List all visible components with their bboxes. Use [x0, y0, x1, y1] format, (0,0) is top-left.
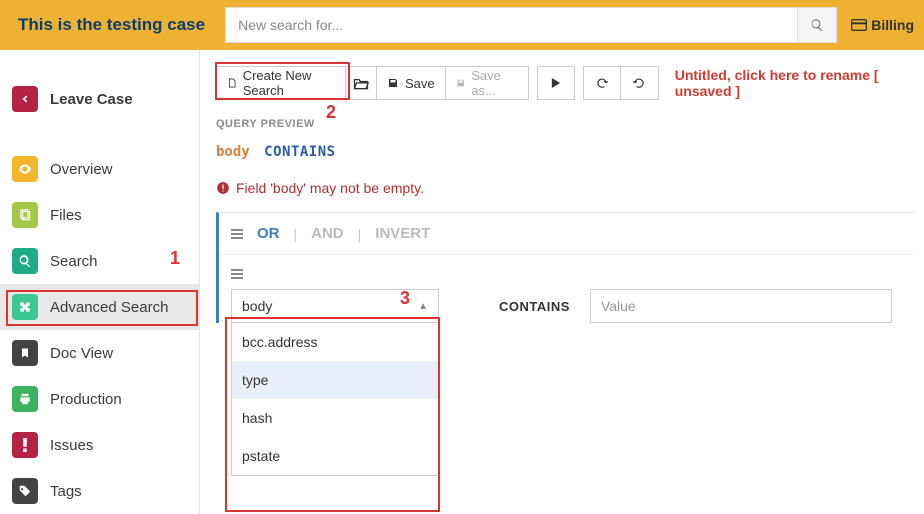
sidebar-item-advanced-search[interactable]: Advanced Search — [0, 284, 199, 330]
dropdown-option[interactable]: pstate — [232, 437, 438, 475]
field-dropdown: bcc.address type hash pstate — [231, 323, 439, 476]
operator-and[interactable]: AND — [311, 225, 344, 242]
query-preview: body CONTAINS — [216, 144, 914, 160]
run-button[interactable] — [537, 66, 575, 100]
save-icon — [387, 77, 399, 89]
bookmark-icon — [12, 340, 38, 366]
annotation-number-3: 3 — [400, 288, 410, 309]
operator-or[interactable]: OR — [257, 225, 280, 242]
operator-invert[interactable]: INVERT — [375, 225, 430, 242]
dropdown-option[interactable]: hash — [232, 399, 438, 437]
billing-link[interactable]: Billing — [851, 17, 914, 33]
button-label: Save — [405, 76, 435, 91]
query-row: body ▲ bcc.address type hash pstate CONT… — [219, 279, 914, 323]
global-search — [225, 7, 837, 43]
query-op: CONTAINS — [264, 144, 335, 160]
value-input[interactable] — [590, 289, 892, 323]
exclamation-icon — [12, 432, 38, 458]
drag-handle-icon[interactable] — [231, 229, 243, 239]
button-label: Create New Search — [243, 68, 335, 98]
nav-label: Tags — [50, 483, 82, 500]
nav-label: Production — [50, 391, 122, 408]
create-new-search-button[interactable]: Create New Search — [216, 66, 346, 100]
search-input[interactable] — [225, 7, 837, 43]
billing-label: Billing — [871, 17, 914, 33]
toolbar-group-history — [583, 66, 659, 100]
file-icon — [227, 76, 237, 90]
magnifier-icon — [12, 248, 38, 274]
nav-label: Issues — [50, 437, 93, 454]
query-preview-label: QUERY PREVIEW — [216, 118, 914, 130]
puzzle-icon — [12, 294, 38, 320]
sidebar-item-files[interactable]: Files — [0, 192, 199, 238]
save-icon — [456, 77, 466, 89]
chevron-up-icon: ▲ — [418, 301, 428, 312]
query-block: OR | AND | INVERT body ▲ bcc.address typ… — [216, 212, 914, 323]
dropdown-option[interactable]: type — [232, 361, 438, 399]
copy-icon — [12, 202, 38, 228]
sidebar-item-overview[interactable]: Overview — [0, 146, 199, 192]
search-button[interactable] — [797, 7, 837, 43]
play-icon — [551, 77, 561, 89]
top-header: This is the testing case Billing — [0, 0, 924, 50]
selected-field: body — [242, 298, 272, 314]
nav-label: Overview — [50, 161, 113, 178]
arrow-left-icon — [12, 86, 38, 112]
query-block-header: OR | AND | INVERT — [219, 213, 914, 255]
annotation-number-2: 2 — [326, 102, 336, 123]
eye-icon — [12, 156, 38, 182]
error-text: Field 'body' may not be empty. — [236, 180, 424, 196]
error-icon — [216, 181, 230, 195]
save-button[interactable]: Save — [377, 66, 446, 100]
query-field: body — [216, 144, 250, 160]
sidebar-item-doc-view[interactable]: Doc View — [0, 330, 199, 376]
sidebar-item-production[interactable]: Production — [0, 376, 199, 422]
button-label: Save as... — [471, 68, 517, 98]
folder-open-icon — [353, 77, 369, 90]
toolbar-group-run — [537, 66, 575, 100]
divider: | — [358, 226, 362, 242]
sidebar-item-tags[interactable]: Tags — [0, 468, 199, 514]
save-as-button[interactable]: Save as... — [446, 66, 529, 100]
nav-label: Doc View — [50, 345, 113, 362]
main-panel: Create New Search Save Save as... — [200, 50, 924, 514]
nav-label: Leave Case — [50, 91, 133, 108]
redo-button[interactable] — [621, 66, 659, 100]
sidebar-item-issues[interactable]: Issues — [0, 422, 199, 468]
nav-label: Advanced Search — [50, 299, 168, 316]
toolbar-group-file: Create New Search Save Save as... — [216, 66, 529, 100]
tag-icon — [12, 478, 38, 504]
print-icon — [12, 386, 38, 412]
search-toolbar: Create New Search Save Save as... — [216, 66, 914, 100]
case-title: This is the testing case — [18, 15, 205, 35]
undo-button[interactable] — [583, 66, 621, 100]
open-button[interactable] — [346, 66, 377, 100]
redo-icon — [632, 76, 646, 90]
credit-card-icon — [851, 19, 867, 31]
query-error: Field 'body' may not be empty. — [216, 180, 914, 196]
annotation-number-1: 1 — [170, 248, 180, 269]
nav-label: Search — [50, 253, 98, 270]
sidebar: Leave Case Overview Files Search Advance… — [0, 50, 200, 514]
divider: | — [294, 226, 298, 242]
nav-label: Files — [50, 207, 82, 224]
drag-handle-icon[interactable] — [231, 269, 902, 279]
undo-icon — [595, 76, 609, 90]
operator-label: CONTAINS — [499, 299, 570, 314]
search-title-rename[interactable]: Untitled, click here to rename [ unsaved… — [675, 67, 914, 99]
search-icon — [810, 18, 824, 32]
dropdown-option[interactable]: bcc.address — [232, 323, 438, 361]
row-handle-area — [219, 255, 914, 279]
leave-case-button[interactable]: Leave Case — [0, 76, 199, 122]
